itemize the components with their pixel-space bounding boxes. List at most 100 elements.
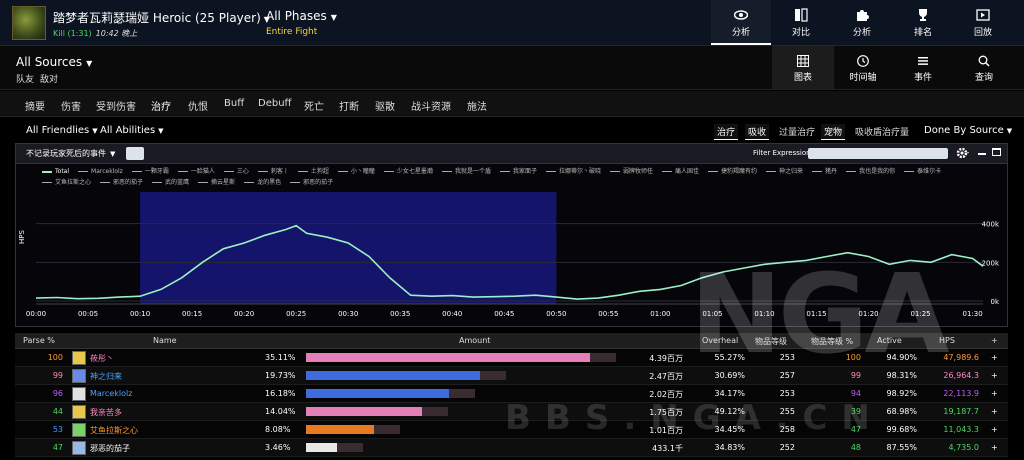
boss-selector[interactable]: 踏梦者瓦莉瑟瑞娅 Heroic (25 Player) ▼ [53,9,270,26]
table-row[interactable]: 44 我亲苦多 14.04% 1.75百万 49.12% 255 39 68.98% 19,18… [15,403,1008,421]
nav-replay[interactable]: 回放 [953,0,1013,45]
eye-icon [734,10,748,20]
tab-damage[interactable]: 伤害 [61,98,81,113]
player-name[interactable]: Marceklolz [90,389,132,398]
view-events[interactable]: 事件 [892,46,954,89]
table-row[interactable]: 96 Marceklolz 16.18% 2.02百万 34.17% 253 94 98.92… [15,385,1008,403]
player-name[interactable]: 我亲苦多 [90,407,122,418]
phase-title: All Phases [266,9,327,23]
hps-value: 26,964.3 [943,371,979,380]
expand-button[interactable]: + [991,353,998,362]
player-name[interactable]: 莜彤丶 [90,353,114,364]
abilities-label: All Abilities [100,125,156,136]
enemy-link[interactable]: 敌对 [40,75,58,85]
tab-healing[interactable]: 治疗 [149,98,173,121]
source-selector[interactable]: All Sources ▼ [16,55,92,69]
col-ilvl-pct[interactable]: 物品等级 % [811,336,853,347]
parse-value: 44 [52,407,63,416]
x-tick-label: 00:45 [494,310,514,318]
tab-debuffs[interactable]: Debuff [258,98,291,109]
expand-button[interactable]: + [991,407,998,416]
amount-pct: 8.08% [265,425,291,434]
hps-plot[interactable]: 400k 200k 0k 00:00 00:05 00:10 00:15 00:20 00:25… [16,144,1007,326]
amount-bar [306,425,374,434]
chip-absorb-shield[interactable]: 吸收盾治疗量 [852,124,912,139]
col-active[interactable]: Active [877,336,902,345]
view-label: 事件 [913,73,932,83]
nav-rankings[interactable]: 排名 [893,0,953,45]
ilvl-pct-value: 99 [850,371,861,380]
view-chart[interactable]: 图表 [772,46,834,89]
caret-down-icon: ▼ [1006,127,1013,135]
hps-value: 47,989.6 [943,353,979,362]
table-row[interactable]: 47 邪恶的茄子 3.46% 433.1千 34.83% 252 48 87.55% 4,735… [15,439,1008,457]
done-by-dropdown[interactable]: Done By Source ▼ [924,125,1012,136]
phase-selector[interactable]: All Phases ▼ [266,9,337,23]
amount-value: 1.01百万 [649,426,683,435]
nav-label: 分析 [731,28,750,38]
class-icon [72,369,86,383]
view-query[interactable]: 查询 [953,46,1015,89]
amount-value: 433.1千 [652,444,683,453]
caret-down-icon: ▼ [92,127,98,135]
overheal-value: 55.27% [714,353,745,362]
col-hps[interactable]: HPS [939,336,955,345]
abilities-dropdown[interactable]: All Abilities ▼ [100,125,164,136]
friendly-link[interactable]: 队友 [16,75,34,85]
col-plus[interactable]: + [991,336,998,345]
ilvl-value: 253 [779,353,795,362]
expand-button[interactable]: + [991,425,998,434]
view-timeline[interactable]: 时间轴 [832,46,894,89]
view-label: 图表 [793,73,812,83]
col-name[interactable]: Name [153,336,177,345]
ilvl-value: 255 [779,407,795,416]
tab-deaths[interactable]: 死亡 [304,98,324,113]
tab-summary[interactable]: 摘要 [25,98,45,113]
expand-button[interactable]: + [991,371,998,380]
player-name[interactable]: 神之归来 [90,371,122,382]
player-name[interactable]: 邪恶的茄子 [90,443,130,454]
tab-threat[interactable]: 仇恨 [188,98,208,113]
col-overheal[interactable]: Overheal [702,336,738,345]
source-header: All Sources ▼ 队友 敌对 图表 时间轴 事件 查询 [0,46,1024,90]
table-row[interactable]: 53 艾鱼拉斯之心 8.08% 1.01百万 34.45% 258 47 99.68% 11,0… [15,421,1008,439]
friendlies-dropdown[interactable]: All Friendlies ▼ [26,125,98,136]
expand-button[interactable]: + [991,389,998,398]
chip-healing[interactable]: 治疗 [714,124,739,140]
amount-pct: 3.46% [265,443,291,452]
kill-info: Kill (1:31) 10:42 晚上 [53,28,137,39]
hps-value: 19,187.7 [943,407,979,416]
tab-damage-taken[interactable]: 受到伤害 [96,98,136,113]
chip-absorb[interactable]: 吸收 [745,124,770,140]
nav-compare[interactable]: 对比 [771,0,831,45]
tab-resources[interactable]: 战斗资源 [411,98,451,113]
player-name[interactable]: 艾鱼拉斯之心 [90,425,138,436]
table-row[interactable]: 100 莜彤丶 35.11% 4.39百万 55.27% 253 100 94.90% 47,9… [15,349,1008,367]
chip-pets[interactable]: 宠物 [821,124,846,140]
tab-casts[interactable]: 施法 [467,98,487,113]
trophy-icon [919,9,927,21]
col-amount[interactable]: Amount [459,336,490,345]
kill-text: Kill (1:31) [53,29,92,38]
x-tick-label: 01:00 [650,310,670,318]
hps-value: 22,113.9 [943,389,979,398]
tab-dispels[interactable]: 驱散 [375,98,395,113]
amount-pct: 16.18% [265,389,296,398]
x-tick-label: 00:25 [286,310,306,318]
chip-overheal[interactable]: 过量治疗 [776,124,818,139]
tab-interrupts[interactable]: 打断 [339,98,359,113]
tab-buffs[interactable]: Buff [224,98,244,109]
nav-analyze-2[interactable]: 分析 [832,0,892,45]
top-header: 踏梦者瓦莉瑟瑞娅 Heroic (25 Player) ▼ Kill (1:31)… [0,0,1024,46]
metric-tabs: 摘要 伤害 受到伤害 治疗 仇恨 Buff Debuff 死亡 打断 驱散 战斗… [0,91,1024,121]
nav-label: 回放 [973,28,992,38]
col-parse[interactable]: Parse % [23,336,55,345]
nav-analyze[interactable]: 分析 [711,0,771,45]
hps-graph: 不记录玩家死后的事件 ▼ Filter Expression: Total Marc… [15,143,1008,327]
col-ilvl[interactable]: 物品等级 [755,336,787,347]
expand-button[interactable]: + [991,443,998,452]
x-tick-label: 00:15 [182,310,202,318]
x-tick-label: 00:05 [78,310,98,318]
done-by-label: Done By Source [924,125,1004,136]
table-row[interactable]: 99 神之归来 19.73% 2.47百万 30.69% 257 99 98.31% 26,96… [15,367,1008,385]
